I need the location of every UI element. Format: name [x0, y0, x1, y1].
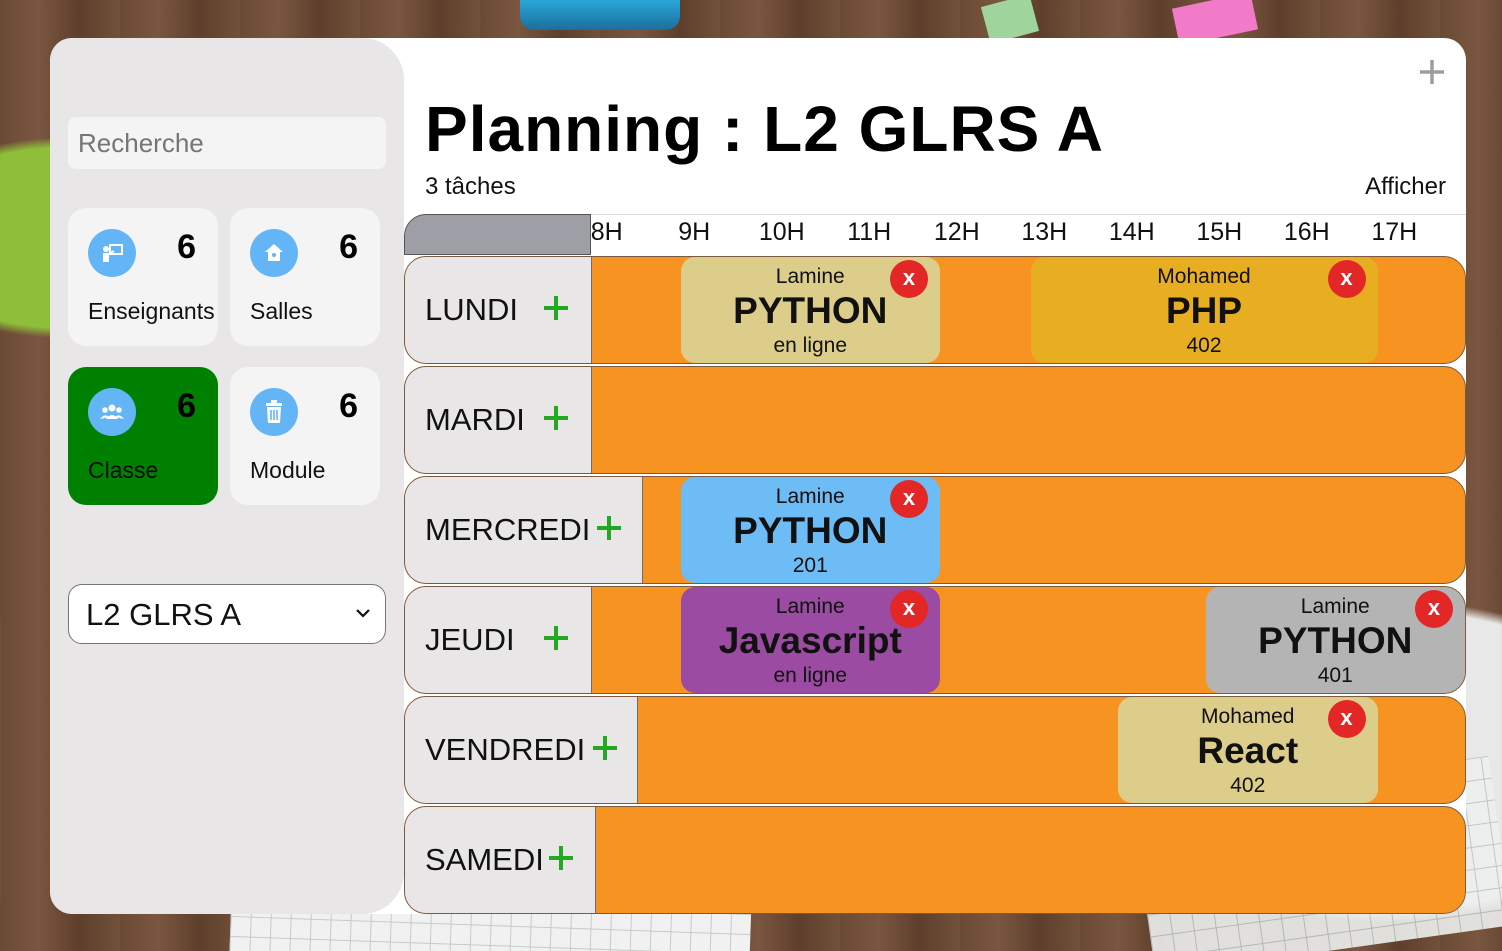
- day-label: LUNDI: [425, 292, 519, 327]
- day-row: LUNDI Lamine PYTHON en ligne x Mohamed PHP 402 x: [404, 256, 1466, 364]
- trash-icon: [250, 388, 298, 436]
- hour-label: 9H: [678, 218, 711, 246]
- delete-task-button[interactable]: x: [890, 260, 928, 298]
- task-room: en ligne: [773, 334, 848, 357]
- day-label: VENDREDI: [425, 732, 586, 767]
- task-room: 402: [1186, 334, 1222, 357]
- task-module: PHP: [1165, 290, 1243, 331]
- page-title: Planning : L2 GLRS A: [425, 93, 1104, 165]
- day-row: JEUDI Lamine Javascript en ligne x Lamine PYTH…: [404, 586, 1466, 694]
- task-block[interactable]: Lamine PYTHON 201 x: [680, 477, 940, 583]
- hour-label: 17H: [1371, 218, 1418, 246]
- hour-label: 13H: [1021, 218, 1068, 246]
- group-icon: [88, 388, 136, 436]
- card-label: Enseignants: [88, 298, 215, 324]
- hour-label: 11H: [847, 218, 892, 246]
- sidebar: 6 Enseignants 6 Salles 6 Classe 6 Module: [50, 38, 404, 914]
- task-block[interactable]: Mohamed React 402 x: [1118, 697, 1378, 803]
- add-task-icon[interactable]: [542, 294, 570, 322]
- hour-label: 15H: [1196, 218, 1243, 246]
- delete-task-button[interactable]: x: [890, 480, 928, 518]
- task-block[interactable]: Lamine PYTHON 401 x: [1205, 587, 1465, 693]
- add-icon[interactable]: [1418, 58, 1446, 86]
- task-block[interactable]: Lamine PYTHON en ligne x: [680, 257, 940, 363]
- task-room: 401: [1317, 664, 1353, 687]
- class-select[interactable]: L2 GLRS A: [68, 584, 386, 644]
- card-classe[interactable]: 6 Classe: [68, 367, 218, 505]
- day-row: VENDREDI Mohamed React 402 x: [404, 696, 1466, 804]
- day-cell: SAMEDI: [405, 807, 596, 913]
- hour-label: 12H: [933, 218, 980, 246]
- day-cell: VENDREDI: [405, 697, 638, 803]
- task-room: 201: [792, 554, 828, 577]
- card-salles[interactable]: 6 Salles: [230, 208, 380, 346]
- hour-label: 16H: [1283, 218, 1330, 246]
- day-cell: MARDI: [405, 367, 592, 473]
- hour-header-line: [591, 214, 1466, 215]
- chevron-down-icon: [356, 609, 370, 618]
- day-label: JEUDI: [425, 622, 515, 657]
- day-label: MERCREDI: [425, 512, 591, 547]
- delete-task-button[interactable]: x: [1327, 700, 1366, 738]
- home-icon: [250, 229, 298, 277]
- add-task-icon[interactable]: [542, 404, 570, 432]
- task-block[interactable]: Mohamed PHP 402 x: [1030, 257, 1378, 363]
- card-count: 6: [339, 387, 358, 425]
- add-task-icon[interactable]: [591, 734, 619, 762]
- delete-task-button[interactable]: x: [890, 590, 928, 628]
- task-count: 3 tâches: [425, 173, 516, 200]
- task-room: 402: [1230, 774, 1266, 797]
- day-row: SAMEDI: [404, 806, 1466, 914]
- day-cell: JEUDI: [405, 587, 592, 693]
- day-cell: MERCREDI: [405, 477, 643, 583]
- card-label: Salles: [250, 298, 313, 324]
- day-cell: LUNDI: [405, 257, 592, 363]
- day-row: MERCREDI Lamine PYTHON 201 x: [404, 476, 1466, 584]
- class-select-value: L2 GLRS A: [86, 597, 242, 632]
- add-task-icon[interactable]: [547, 844, 575, 872]
- card-count: 6: [339, 228, 358, 266]
- card-label: Module: [250, 457, 326, 483]
- app-window: 6 Enseignants 6 Salles 6 Classe 6 Module: [50, 38, 1466, 914]
- card-count: 6: [177, 387, 196, 425]
- search-input[interactable]: [68, 117, 386, 169]
- task-room: en ligne: [773, 664, 848, 687]
- hour-label: 8H: [590, 218, 623, 246]
- add-task-icon[interactable]: [542, 624, 570, 652]
- background-pen: [520, 0, 680, 30]
- show-button[interactable]: Afficher: [1365, 173, 1446, 201]
- day-row: MARDI: [404, 366, 1466, 474]
- task-block[interactable]: Lamine Javascript en ligne x: [680, 587, 940, 693]
- day-label: SAMEDI: [425, 842, 544, 877]
- card-label: Classe: [88, 457, 159, 483]
- day-label: MARDI: [425, 402, 525, 437]
- card-count: 6: [177, 228, 196, 266]
- teacher-icon: [88, 229, 136, 277]
- delete-task-button[interactable]: x: [1327, 260, 1366, 298]
- grid-corner: [404, 214, 591, 255]
- hour-label: 14H: [1108, 218, 1155, 246]
- hour-label: 10H: [758, 218, 805, 246]
- card-enseignants[interactable]: 6 Enseignants: [68, 208, 218, 346]
- add-task-icon[interactable]: [595, 514, 623, 542]
- task-teacher: Mohamed: [1157, 265, 1251, 288]
- card-module[interactable]: 6 Module: [230, 367, 380, 505]
- delete-task-button[interactable]: x: [1415, 590, 1453, 628]
